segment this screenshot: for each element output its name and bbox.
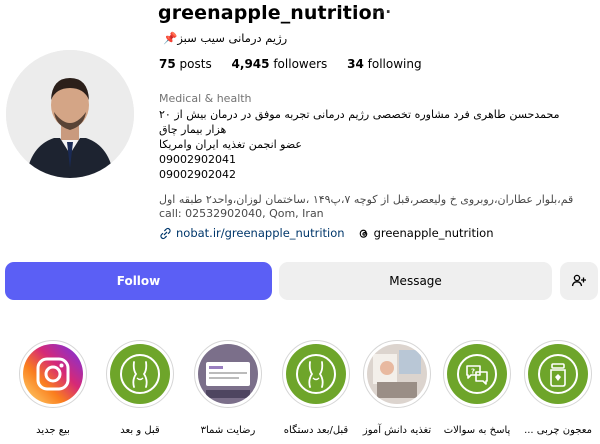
posts-stat: 75 posts — [159, 57, 220, 71]
jar-icon — [528, 344, 588, 404]
address-call: call: 02532902040, Qom, Iran — [159, 207, 324, 220]
address-line: قم،بلوار عطاران،روبروی خ ولیعصر،قبل از ک… — [159, 193, 574, 206]
profile-fullname: رژیم درمانی سیب سبز📌 — [160, 31, 287, 45]
bio-phone: 09002902042 — [159, 168, 236, 181]
highlight-item[interactable]: قبل و بعد — [104, 340, 176, 436]
external-link-text: nobat.ir/greenapple_nutrition — [176, 226, 345, 240]
link-icon — [160, 227, 171, 239]
photo-thumbnail — [367, 344, 427, 404]
highlight-label: قبل و بعد — [120, 425, 160, 436]
bio-line: هزار بیمار چاق — [159, 123, 227, 136]
highlight-label: معجون چربی ... — [524, 425, 592, 436]
pin-icon: 📌 — [163, 31, 178, 45]
highlight-ring: ? — [443, 340, 511, 408]
bio-line: عضو انجمن تغذیه ایران وامریکا — [159, 138, 302, 151]
highlight-item[interactable]: بیع جدید — [17, 340, 89, 436]
bio-line: محمدحسن طاهری فرد مشاوره تخصصی رژیم درما… — [159, 108, 560, 121]
profile-photo — [6, 50, 134, 178]
highlight-label: قبل/بعد دستگاه — [283, 425, 349, 436]
profile-stats: 75 posts 4,945 followers 34 following — [159, 57, 438, 71]
following-stat[interactable]: 34 following — [347, 57, 429, 71]
threads-link[interactable]: greenapple_nutrition — [357, 226, 494, 240]
message-button[interactable]: Message — [279, 262, 552, 300]
following-count: 34 — [347, 57, 364, 71]
chat-bubbles-icon: ? — [447, 344, 507, 404]
highlight-ring — [282, 340, 350, 408]
profile-avatar[interactable] — [6, 50, 134, 178]
highlight-ring — [19, 340, 87, 408]
highlight-label: پاسخ به سوالات — [443, 425, 511, 436]
highlight-item[interactable]: رضایت شما۳ — [192, 340, 264, 436]
highlight-label: رضایت شما۳ — [200, 425, 256, 436]
followers-stat[interactable]: 4,945 followers — [232, 57, 336, 71]
highlight-item[interactable]: تغذیه دانش آموز — [361, 340, 433, 436]
highlight-ring — [524, 340, 592, 408]
profile-bio: محمدحسن طاهری فرد مشاوره تخصصی رژیم درما… — [159, 107, 589, 182]
screenshot-thumbnail — [198, 344, 258, 404]
external-link[interactable]: nobat.ir/greenapple_nutrition — [159, 226, 345, 240]
fullname-text: رژیم درمانی سیب سبز — [177, 31, 288, 45]
highlight-ring — [106, 340, 174, 408]
highlight-ring — [363, 340, 431, 408]
profile-address: قم،بلوار عطاران،روبروی خ ولیعصر،قبل از ک… — [159, 193, 599, 221]
add-person-icon — [571, 274, 586, 287]
more-options-icon[interactable]: ··· — [372, 3, 392, 21]
svg-text:?: ? — [471, 368, 475, 376]
bio-phone: 09002902041 — [159, 153, 236, 166]
followers-count: 4,945 — [231, 57, 270, 71]
threads-icon — [359, 229, 367, 238]
threads-handle: greenapple_nutrition — [373, 226, 494, 240]
instagram-icon — [23, 344, 83, 404]
body-silhouette-icon — [286, 344, 346, 404]
followers-label: followers — [273, 57, 328, 71]
highlight-item[interactable]: قبل/بعد دستگاه — [280, 340, 352, 436]
body-silhouette-icon — [110, 344, 170, 404]
highlight-ring — [194, 340, 262, 408]
story-highlights: معجون چربی ... ? پاسخ به سوالات تغذیه دا… — [0, 340, 600, 444]
follow-button[interactable]: Follow — [5, 262, 272, 300]
suggest-users-button[interactable] — [560, 262, 598, 300]
profile-links: nobat.ir/greenapple_nutrition greenapple… — [159, 226, 493, 240]
posts-label: posts — [179, 57, 212, 71]
profile-username: greenapple_nutrition — [158, 2, 386, 24]
highlight-label: بیع جدید — [36, 425, 70, 436]
posts-count: 75 — [159, 57, 176, 71]
highlight-item[interactable]: معجون چربی ... — [522, 340, 594, 436]
highlight-item[interactable]: ? پاسخ به سوالات — [441, 340, 513, 436]
following-label: following — [367, 57, 422, 71]
profile-category: Medical & health — [159, 92, 252, 105]
highlight-label: تغذیه دانش آموز — [362, 425, 432, 436]
